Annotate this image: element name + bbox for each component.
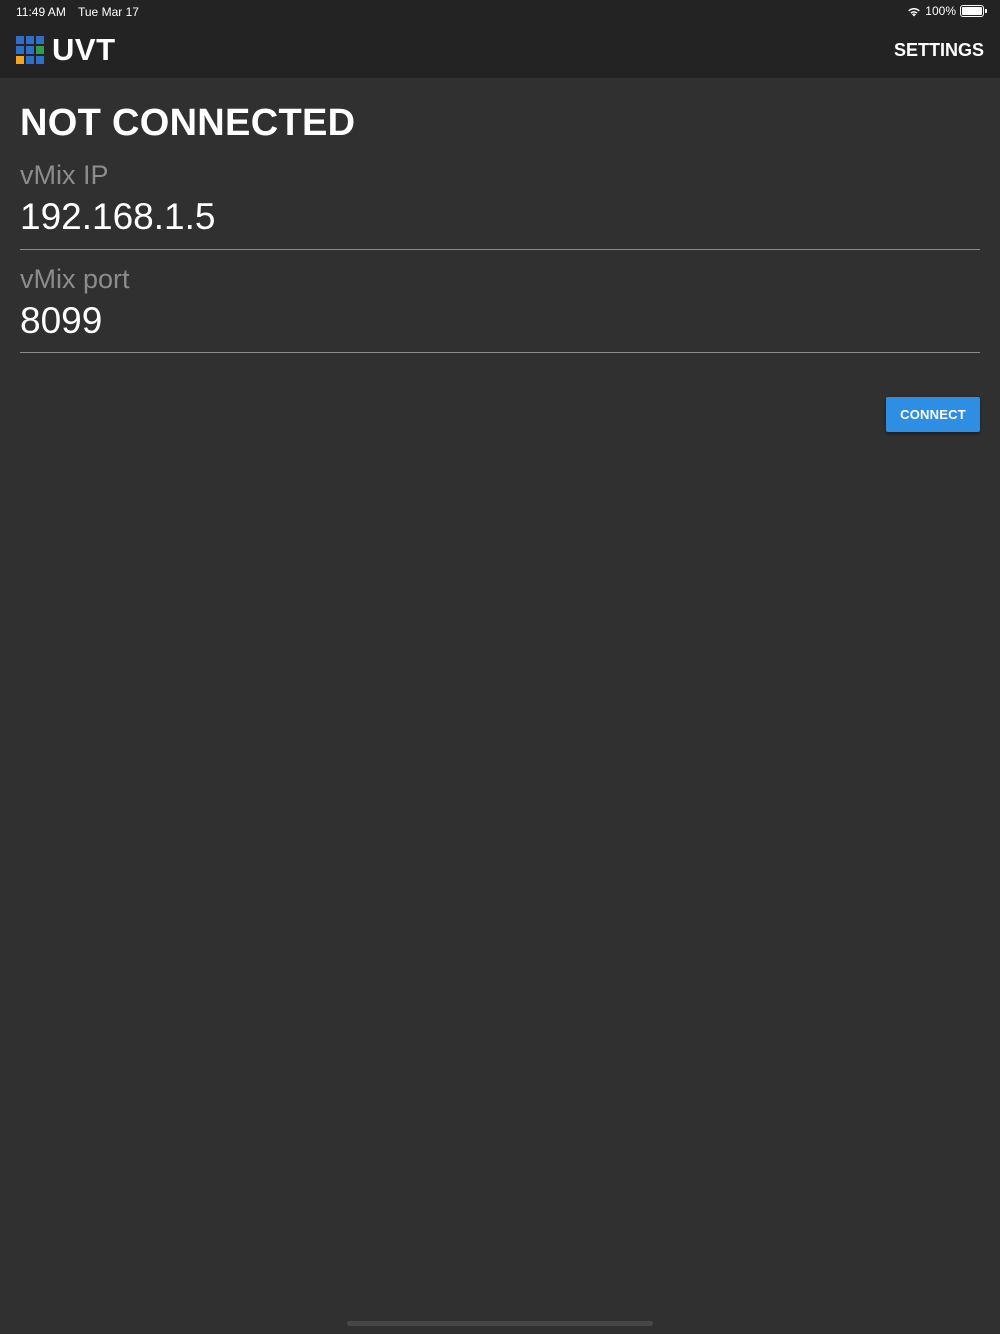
logo-tile xyxy=(26,46,34,54)
vmix-ip-field: vMix IP xyxy=(20,158,980,250)
status-indicators: 100% xyxy=(907,4,987,18)
logo-tile xyxy=(16,36,24,44)
top-bar: 11:49 AM Tue Mar 17 100% UVT SETTINGS xyxy=(0,0,1000,78)
battery-tip xyxy=(985,9,987,13)
battery-icon xyxy=(960,5,987,17)
connect-button[interactable]: CONNECT xyxy=(886,397,980,432)
logo-tile xyxy=(36,56,44,64)
app-logo-grid-icon xyxy=(16,36,45,65)
status-date: Tue Mar 17 xyxy=(78,5,139,19)
battery-fill xyxy=(962,7,982,15)
app-title: UVT xyxy=(52,32,116,67)
vmix-ip-label: vMix IP xyxy=(20,160,109,190)
logo-tile xyxy=(26,36,34,44)
status-bar: 11:49 AM Tue Mar 17 100% xyxy=(0,0,1000,24)
vmix-port-input[interactable] xyxy=(20,299,980,343)
logo-tile xyxy=(36,46,44,54)
battery-percentage: 100% xyxy=(925,4,956,18)
logo-tile xyxy=(16,46,24,54)
vmix-port-field: vMix port xyxy=(20,262,980,353)
status-time: 11:49 AM xyxy=(16,5,66,19)
logo-tile xyxy=(36,36,44,44)
vmix-port-label: vMix port xyxy=(20,264,130,294)
vmix-ip-input[interactable] xyxy=(20,195,980,239)
logo-tile xyxy=(26,56,34,64)
settings-button[interactable]: SETTINGS xyxy=(894,40,984,61)
home-indicator[interactable] xyxy=(347,1321,653,1326)
connection-status-heading: NOT CONNECTED xyxy=(20,102,356,144)
wifi-icon xyxy=(908,7,921,16)
logo-tile xyxy=(16,56,24,64)
